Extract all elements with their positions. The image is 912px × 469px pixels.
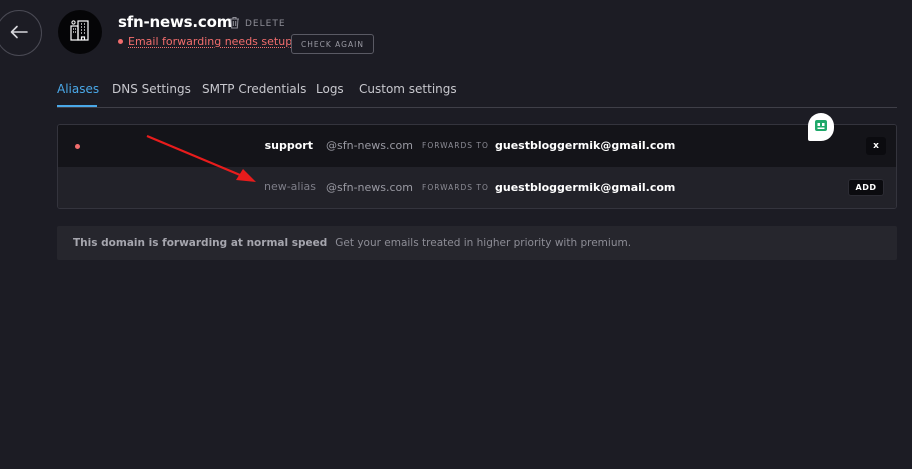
- banner-text: Get your emails treated in higher priori…: [335, 237, 632, 249]
- new-alias-domain: @sfn-news.com: [326, 181, 414, 194]
- trash-icon: [229, 14, 240, 33]
- forwards-to-label: FORWARDS TO: [422, 141, 489, 150]
- new-alias-input[interactable]: new-alias: [248, 180, 316, 193]
- setup-status: Email forwarding needs setup: [118, 35, 292, 48]
- chat-robot-icon: [813, 118, 829, 137]
- arrow-left-icon: [10, 24, 28, 43]
- setup-status-text[interactable]: Email forwarding needs setup: [128, 35, 292, 48]
- tab-logs[interactable]: Logs: [316, 82, 344, 96]
- banner-title: This domain is forwarding at normal spee…: [73, 237, 328, 249]
- tab-custom-settings[interactable]: Custom settings: [359, 82, 457, 96]
- delete-button[interactable]: DELETE: [229, 14, 286, 33]
- domain-logo: [58, 10, 102, 54]
- tab-smtp-credentials[interactable]: SMTP Credentials: [202, 82, 306, 96]
- forward-email: guestbloggermik@gmail.com: [495, 139, 676, 152]
- page: sfn-news.com DELETE Email forwarding nee…: [0, 0, 912, 469]
- alias-status-dot: [75, 144, 80, 149]
- forward-email[interactable]: guestbloggermik@gmail.com: [495, 181, 675, 194]
- delete-label: DELETE: [245, 18, 286, 29]
- alias-list: support @sfn-news.com FORWARDS TO guestb…: [57, 124, 897, 209]
- active-tab-indicator: [57, 105, 97, 107]
- tab-aliases[interactable]: Aliases: [57, 82, 99, 96]
- buildings-icon: [68, 18, 92, 46]
- warning-dot: [118, 39, 123, 44]
- add-alias-button[interactable]: ADD: [848, 179, 884, 196]
- back-button[interactable]: [0, 10, 42, 56]
- tab-bar: Aliases DNS Settings SMTP Credentials Lo…: [57, 80, 897, 108]
- domain-title: sfn-news.com: [118, 13, 233, 31]
- alias-name: support: [264, 139, 313, 152]
- tab-dns-settings[interactable]: DNS Settings: [112, 82, 191, 96]
- forwarding-speed-banner: This domain is forwarding at normal spee…: [57, 226, 897, 260]
- alias-row: support @sfn-news.com FORWARDS TO guestb…: [58, 125, 896, 167]
- check-again-button[interactable]: CHECK AGAIN: [291, 34, 374, 54]
- new-alias-row: new-alias @sfn-news.com FORWARDS TO gues…: [58, 167, 896, 208]
- alias-domain: @sfn-news.com: [326, 139, 414, 152]
- chat-widget-button[interactable]: [808, 113, 834, 141]
- forwards-to-label: FORWARDS TO: [422, 183, 489, 192]
- remove-alias-button[interactable]: x: [866, 137, 886, 155]
